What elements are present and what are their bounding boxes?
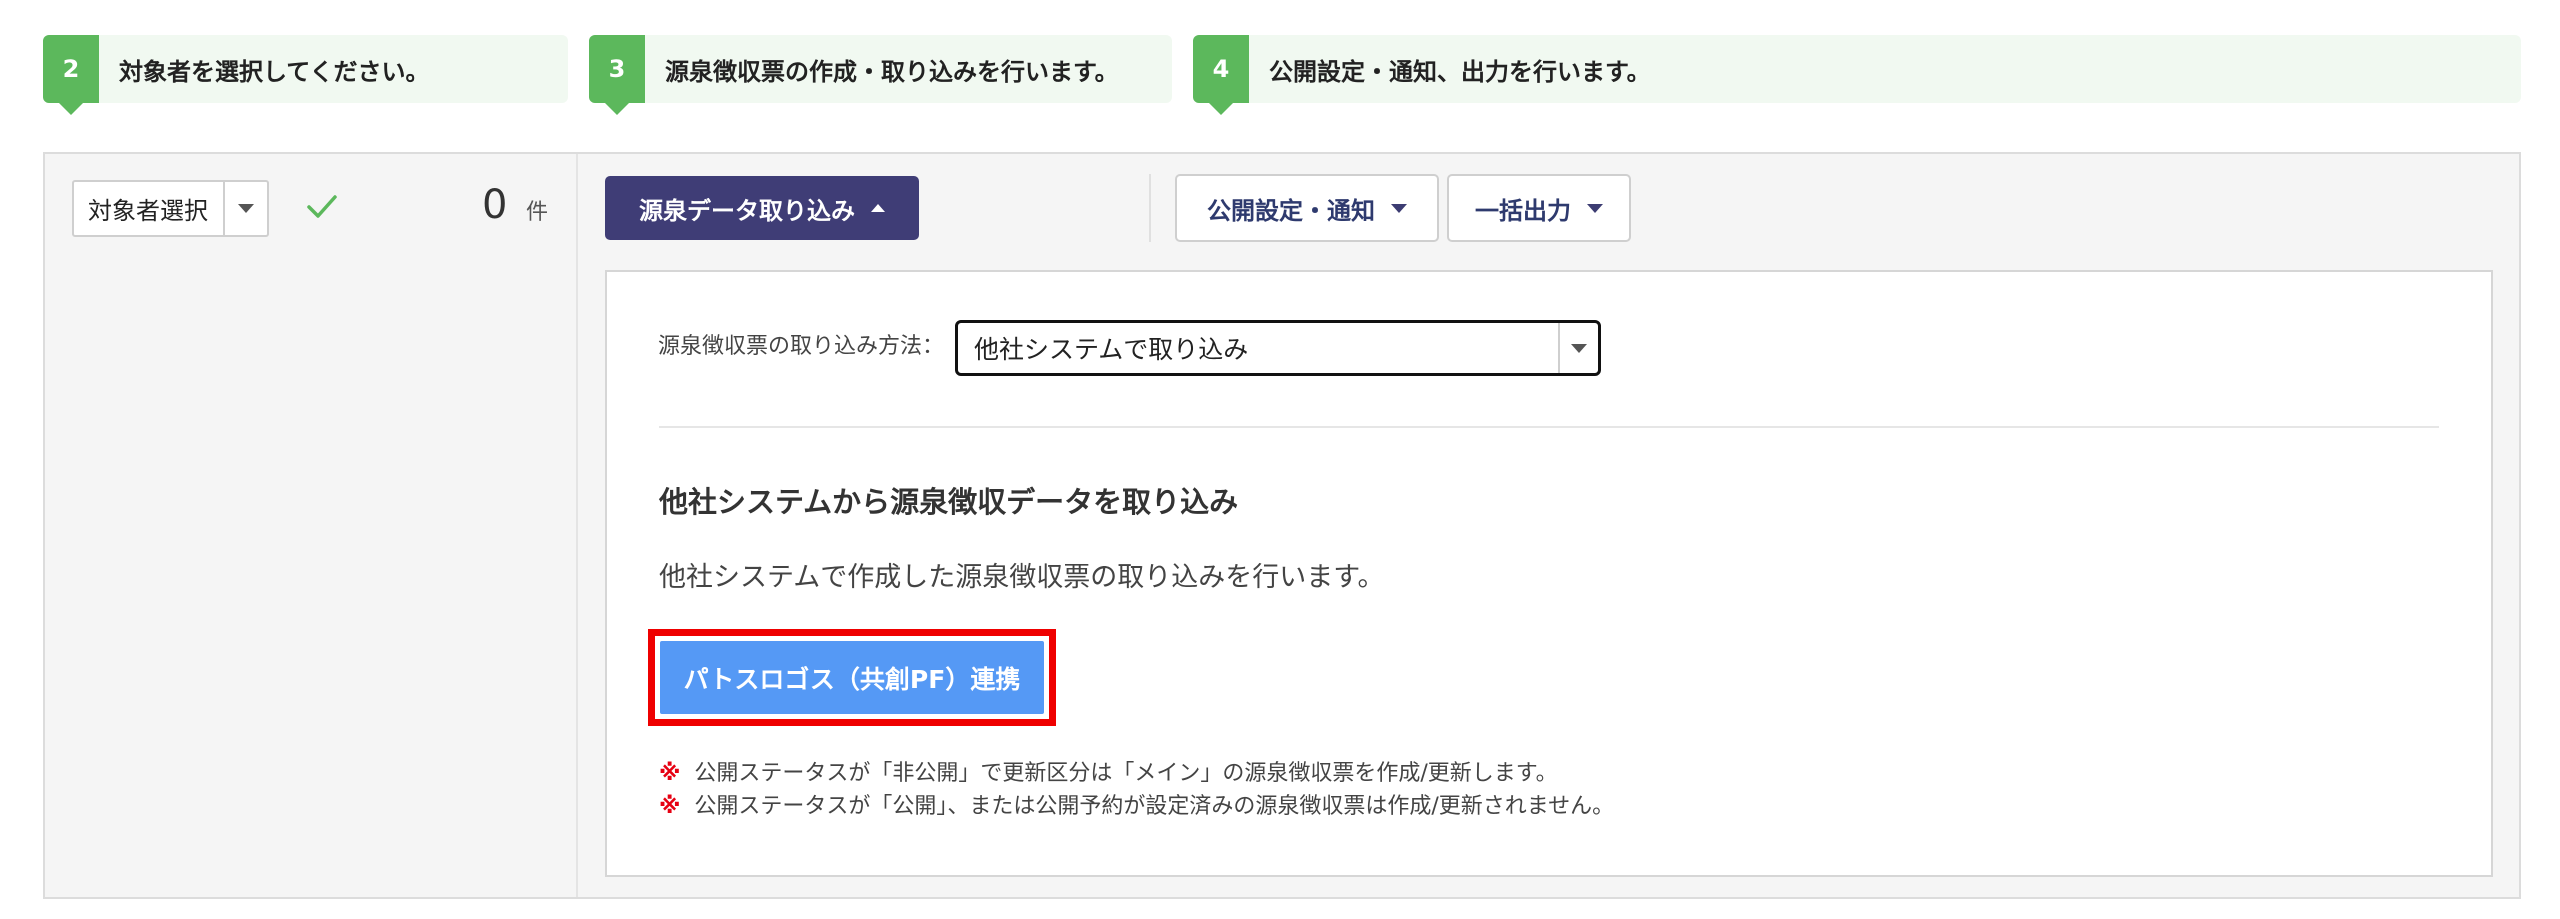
section-divider [659,426,2439,428]
import-heading: 他社システムから源泉徴収データを取り込み [659,485,1239,519]
target-count: 0 [482,182,508,228]
note-text: 公開ステータスが「公開」、または公開予約が設定済みの源泉徴収票は作成/更新されま… [694,794,1615,819]
note-mark: ※ [659,761,681,786]
note-mark: ※ [659,794,681,819]
pasto-logos-link-button[interactable]: パトスロゴス（共創PF）連携 [660,641,1044,714]
toolbar-separator [1149,174,1151,242]
bulk-export-button-label: 一括出力 [1475,196,1571,225]
import-method-toggle[interactable] [1558,323,1598,373]
note-text: 公開ステータスが「非公開」で更新区分は「メイン」の源泉徴収票を作成/更新します。 [694,761,1558,786]
step-4-badge: 4 [1193,35,1249,115]
target-select-toggle[interactable] [223,182,267,235]
step-3-header: 3 源泉徴収票の作成・取り込みを行います。 [589,35,1172,115]
chevron-down-icon [1391,203,1407,213]
import-method-select[interactable]: 他社システムで取り込み [955,320,1601,376]
chevron-down-icon [1571,343,1587,353]
step-4-header: 4 公開設定・通知、出力を行います。 [1193,35,2521,115]
import-method-value: 他社システムで取り込み [974,335,1249,364]
step-3-badge: 3 [589,35,645,115]
import-method-label: 源泉徴収票の取り込み方法： [658,334,945,359]
target-select[interactable]: 対象者選択 [72,180,269,237]
note-item: ※ 公開ステータスが「公開」、または公開予約が設定済みの源泉徴収票は作成/更新さ… [659,792,1614,822]
chevron-up-icon [871,204,885,212]
note-item: ※ 公開ステータスが「非公開」で更新区分は「メイン」の源泉徴収票を作成/更新しま… [659,759,1558,789]
step-4-text: 公開設定・通知、出力を行います。 [1269,57,1651,86]
chevron-down-icon [238,204,254,213]
target-select-label: 対象者選択 [88,197,208,225]
step-2-header: 2 対象者を選択してください。 [43,35,568,115]
import-data-button-label: 源泉データ取り込み [639,196,855,225]
step-3-text: 源泉徴収票の作成・取り込みを行います。 [665,57,1119,86]
bulk-export-button[interactable]: 一括出力 [1447,174,1631,242]
publish-settings-button[interactable]: 公開設定・通知 [1175,174,1439,242]
import-data-button[interactable]: 源泉データ取り込み [605,176,919,240]
step-2-text: 対象者を選択してください。 [119,57,430,86]
check-icon [307,195,337,218]
chevron-down-icon [1587,203,1603,213]
target-count-unit: 件 [526,200,549,225]
import-description: 他社システムで作成した源泉徴収票の取り込みを行います。 [659,562,1385,593]
step-2-badge: 2 [43,35,99,115]
publish-settings-button-label: 公開設定・通知 [1207,196,1375,225]
panel-divider [576,154,578,897]
